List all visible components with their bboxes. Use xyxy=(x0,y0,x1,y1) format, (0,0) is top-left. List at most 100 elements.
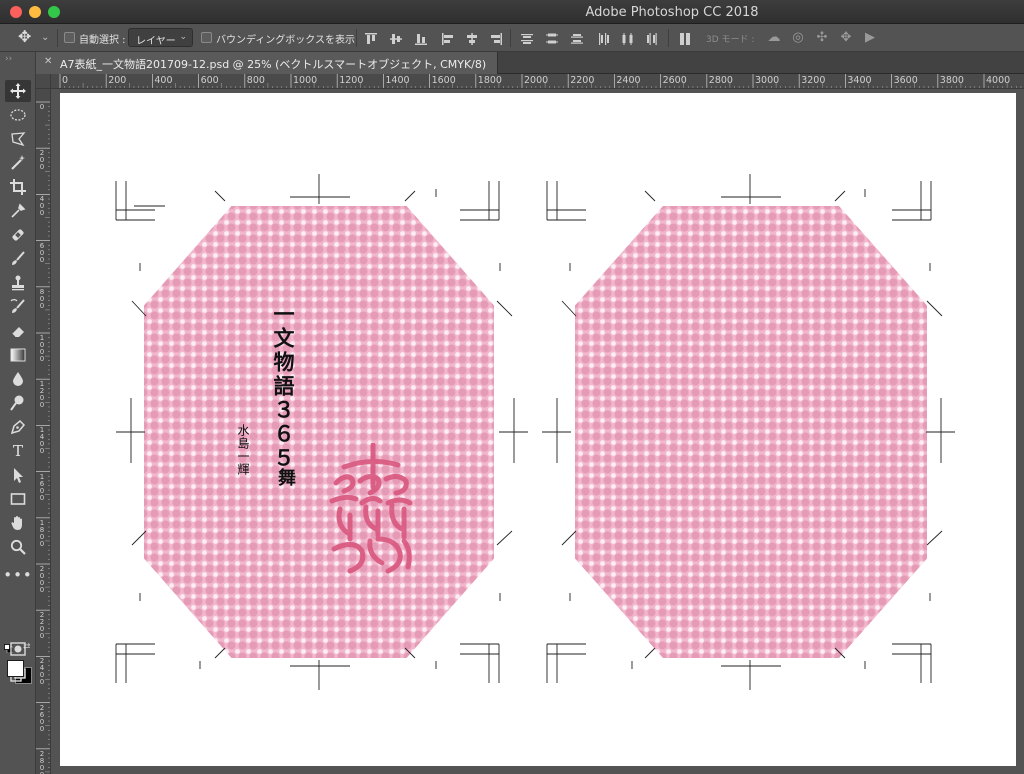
vertical-ruler[interactable]: 0 200 400 600 800 1000 1200 1400 1600 1800 2000 220… xyxy=(36,89,51,774)
healing-brush-tool-icon[interactable] xyxy=(5,224,31,246)
ruler-label: 2000 xyxy=(524,75,549,86)
3d-slide-icon[interactable]: ✥ xyxy=(838,30,854,46)
show-transform-checkbox[interactable] xyxy=(201,32,212,43)
ruler-label: 1600 xyxy=(431,75,456,86)
horizontal-ruler[interactable]: 0 200 400 600 800 1000 1200 1400 1600 1800 2000 220… xyxy=(36,74,1024,89)
document-tab-title: A7表紙_一文物語201709-12.psd @ 25% (ベクトルスマートオブ… xyxy=(60,58,487,71)
3d-drag-icon[interactable]: ✣ xyxy=(814,30,830,46)
history-brush-tool-icon[interactable] xyxy=(5,296,31,318)
auto-select-target-dropdown[interactable]: レイヤー ⌄ xyxy=(128,28,193,47)
distribute-left-edges-icon[interactable] xyxy=(597,31,611,45)
auto-select-checkbox[interactable] xyxy=(64,32,75,43)
ruler-label: 400 xyxy=(154,75,173,86)
pen-tool-icon[interactable] xyxy=(5,416,31,438)
align-horizontal-centers-icon[interactable] xyxy=(465,31,479,45)
rectangle-tool-icon[interactable] xyxy=(5,488,31,510)
ruler-label: 4000 xyxy=(986,75,1011,86)
separator xyxy=(356,29,357,47)
magic-wand-tool-icon[interactable] xyxy=(5,152,31,174)
ruler-label: 200 xyxy=(108,75,127,86)
ruler-label: 2400 xyxy=(39,657,45,687)
distribute-vertical-centers-icon[interactable] xyxy=(545,31,559,45)
more-tools-icon[interactable]: ••• xyxy=(3,564,32,586)
separator xyxy=(57,29,58,47)
ruler-label: 0 xyxy=(39,103,45,111)
ruler-label: 1000 xyxy=(39,334,45,363)
ruler-label: 800 xyxy=(39,287,45,310)
ruler-label: 3800 xyxy=(939,75,964,86)
blur-tool-icon[interactable] xyxy=(5,368,31,390)
path-selection-tool-icon[interactable] xyxy=(5,464,31,486)
ruler-label: 2400 xyxy=(616,75,641,86)
dodge-tool-icon[interactable] xyxy=(5,392,31,414)
ruler-label: 0 xyxy=(62,75,69,86)
chevron-down-icon[interactable]: ⌄ xyxy=(41,32,49,43)
foreground-color-swatch[interactable] xyxy=(7,660,24,677)
eyedropper-tool-icon[interactable] xyxy=(5,200,31,222)
hand-tool-icon[interactable] xyxy=(5,512,31,534)
ruler-label: 3400 xyxy=(847,75,872,86)
clone-stamp-tool-icon[interactable] xyxy=(5,272,31,294)
ruler-label: 1800 xyxy=(39,518,45,548)
ruler-label: 1200 xyxy=(339,75,364,86)
ruler-label: 1600 xyxy=(39,472,45,502)
cover-subtitle-text: 舞 xyxy=(275,468,296,486)
ruler-label: 1200 xyxy=(39,380,45,410)
align-left-edges-icon[interactable] xyxy=(441,31,455,45)
separator xyxy=(510,29,511,47)
crop-tool-icon[interactable] xyxy=(5,176,31,198)
document-canvas[interactable]: 一文物語３６５ 舞 水島一輝 xyxy=(60,93,1016,766)
gradient-tool-icon[interactable] xyxy=(5,344,31,366)
close-icon[interactable]: ✕ xyxy=(44,56,52,67)
front-cover-artwork xyxy=(144,206,494,658)
ruler-label: 1400 xyxy=(385,75,410,86)
align-vertical-centers-icon[interactable] xyxy=(389,31,403,45)
3d-scale-icon[interactable]: ▶ xyxy=(862,30,878,46)
ruler-label: 2200 xyxy=(39,611,45,641)
3d-roll-icon[interactable]: ◎ xyxy=(790,30,806,46)
ruler-label: 1400 xyxy=(39,426,45,456)
quick-mask-icon[interactable] xyxy=(5,638,31,660)
align-right-edges-icon[interactable] xyxy=(489,31,503,45)
document-tab-bar: ✕ A7表紙_一文物語201709-12.psd @ 25% (ベクトルスマート… xyxy=(36,52,1024,74)
ruler-label: 200 xyxy=(39,149,45,172)
distribute-top-edges-icon[interactable] xyxy=(520,31,534,45)
move-tool-preset-icon[interactable]: ✥ xyxy=(18,29,31,45)
align-top-edges-icon[interactable] xyxy=(364,31,378,45)
distribute-right-edges-icon[interactable] xyxy=(645,31,659,45)
move-tool-icon[interactable] xyxy=(5,80,31,102)
ruler-label: 2200 xyxy=(570,75,595,86)
auto-align-layers-icon[interactable] xyxy=(678,31,692,45)
ruler-label: 1000 xyxy=(293,75,318,86)
3d-orbit-icon[interactable]: ☁ xyxy=(766,30,782,46)
brush-tool-icon[interactable] xyxy=(5,248,31,270)
ruler-label: 2800 xyxy=(708,75,733,86)
cover-title-text: 一文物語３６５ xyxy=(271,303,296,471)
auto-select-target-value: レイヤー xyxy=(136,36,176,47)
distribute-horizontal-centers-icon[interactable] xyxy=(621,31,635,45)
ruler-origin[interactable] xyxy=(36,74,51,89)
canvas-area[interactable]: 一文物語３６５ 舞 水島一輝 xyxy=(51,89,1024,774)
document-tab[interactable]: ✕ A7表紙_一文物語201709-12.psd @ 25% (ベクトルスマート… xyxy=(36,52,498,74)
marquee-tool-icon[interactable] xyxy=(5,104,31,126)
ruler-label: 3600 xyxy=(893,75,918,86)
chevron-down-icon: ⌄ xyxy=(179,32,187,42)
ruler-label: 2600 xyxy=(662,75,687,86)
type-tool-icon[interactable]: T xyxy=(5,440,31,462)
ruler-label: 2000 xyxy=(39,565,45,594)
align-bottom-edges-icon[interactable] xyxy=(414,31,428,45)
distribute-bottom-edges-icon[interactable] xyxy=(570,31,584,45)
3d-mode-label: 3D モード : xyxy=(706,35,755,45)
lasso-tool-icon[interactable] xyxy=(5,128,31,150)
zoom-tool-icon[interactable] xyxy=(5,536,31,558)
ruler-label: 2600 xyxy=(39,703,45,733)
panel-grip-icon[interactable]: ›› xyxy=(5,54,12,64)
eraser-tool-icon[interactable] xyxy=(5,320,31,342)
separator xyxy=(668,29,669,47)
ruler-label: 1800 xyxy=(477,75,502,86)
ruler-label: 3200 xyxy=(801,75,826,86)
ruler-label: 600 xyxy=(39,241,45,264)
ruler-label: 400 xyxy=(39,195,45,218)
app-title: Adobe Photoshop CC 2018 xyxy=(585,5,759,20)
ruler-label: 600 xyxy=(200,75,219,86)
